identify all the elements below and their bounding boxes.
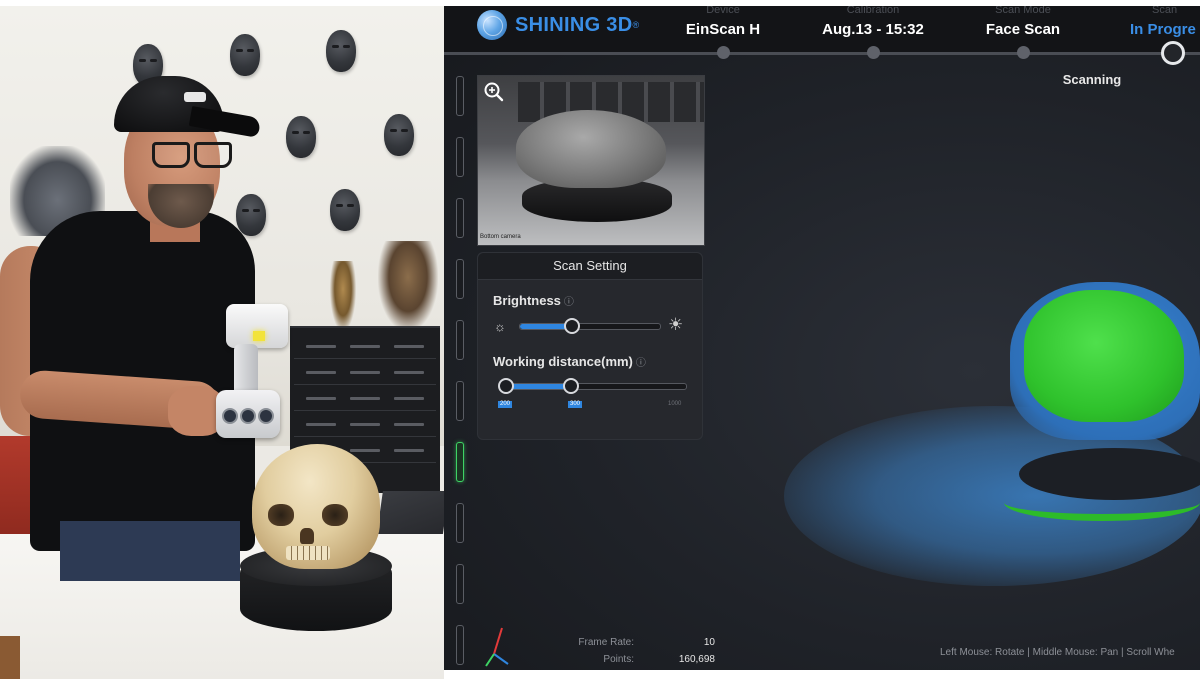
toolbar-button[interactable] [456,564,464,604]
person-glasses [146,142,234,168]
brightness-label: Brightness ⓘ [493,293,574,308]
brightness-thumb[interactable] [563,318,580,334]
zoom-in-icon[interactable] [483,81,505,103]
frame-rate-value: 10 [703,637,715,648]
step-label: Scan [1152,6,1178,16]
toolbar-button[interactable] [456,320,464,360]
step-label: Scan Mode [995,6,1051,16]
cap-logo [184,92,206,102]
brand-name: SHINING 3D [515,13,633,36]
skull-eye [322,504,348,526]
working-distance-slider[interactable] [498,378,687,394]
wall-mask [230,34,260,76]
working-distance-min-thumb[interactable] [498,378,514,394]
skull-nose [300,528,314,544]
info-icon[interactable]: ⓘ [564,297,574,308]
points-label: Points: [603,654,634,665]
toolbar-button[interactable] [456,259,464,299]
globe-icon [477,10,507,40]
toolbar-button[interactable] [456,76,464,116]
progress-node [717,46,730,59]
table-edge [0,636,20,679]
brand-reg-mark: ® [632,20,640,30]
step-value: EinScan H [685,21,761,38]
working-distance-label-text: Working distance(mm) [493,354,633,369]
scan-status: Scanning [1062,72,1122,87]
scan-setting-panel: Scan Setting Brightness ⓘ ☼ ☀ Working dis… [477,252,703,440]
scan-app-window: SHINING 3D ® Device EinScan H Calibratio… [444,6,1200,670]
brightness-slider[interactable] [519,318,661,334]
progress-node [1017,46,1030,59]
working-distance-label: Working distance(mm) ⓘ [493,354,646,369]
step-calibration[interactable]: Calibration Aug.13 - 15:32 [813,6,933,38]
figurine [330,261,356,331]
wall-mask [286,116,316,158]
wall-mask [236,194,266,236]
step-label: Calibration [846,6,900,16]
wall-mask [330,189,360,231]
info-icon[interactable]: ⓘ [636,358,646,369]
mouse-controls-hint: Left Mouse: Rotate | Middle Mouse: Pan |… [940,647,1175,658]
toolbar-button-active[interactable] [456,442,464,482]
wall-mask [384,114,414,156]
demo-photo [0,6,444,679]
progress-node [867,46,880,59]
brightness-high-icon: ☀ [668,315,684,334]
camera-feed-skull [516,110,666,188]
point-cloud-ring [1004,484,1200,521]
scanner-led [253,331,265,341]
points-value: 160,698 [678,654,715,665]
frame-rate-label: Frame Rate: [578,637,634,648]
top-bar: SHINING 3D ® Device EinScan H Calibratio… [444,6,1200,54]
toolbar-button[interactable] [456,381,464,421]
working-distance-max-label: 1000 [668,401,682,407]
step-label: Device [706,6,740,16]
step-value: In Progre [1130,21,1196,38]
panel-title: Scan Setting [478,253,702,280]
brightness-label-text: Brightness [493,293,561,308]
toolbar-button[interactable] [456,198,464,238]
step-scan-mode[interactable]: Scan Mode Face Scan [963,6,1083,38]
working-distance-min-tag: 200 [498,401,513,408]
toolbar-button[interactable] [456,503,464,543]
toolbar-button[interactable] [456,137,464,177]
step-value: Aug.13 - 15:32 [822,21,924,38]
camera-caption: Bottom camera [480,234,521,240]
working-distance-max-thumb[interactable] [562,378,579,394]
scanner-head [216,390,280,438]
brand-logo: SHINING 3D ® [477,8,639,42]
mammoth-figurine [378,241,438,331]
working-distance-value-tag: 300 [568,401,583,408]
brightness-low-icon: ☼ [494,319,506,334]
person-jeans [60,521,240,581]
skull-teeth [286,546,330,560]
step-value: Face Scan [985,21,1061,38]
step-device[interactable]: Device EinScan H [663,6,783,38]
axes-icon [485,627,509,667]
handheld-scanner [226,304,288,348]
progress-node-current [1161,41,1185,65]
skull-eye [268,504,294,526]
toolbar-button[interactable] [456,625,464,665]
camera-preview[interactable]: Bottom camera [477,75,705,246]
step-scan[interactable]: Scan In Progre [1113,6,1200,38]
scanned-skull-current-frame [1024,290,1184,422]
progress-track [444,52,1200,55]
wall-mask [326,30,356,72]
